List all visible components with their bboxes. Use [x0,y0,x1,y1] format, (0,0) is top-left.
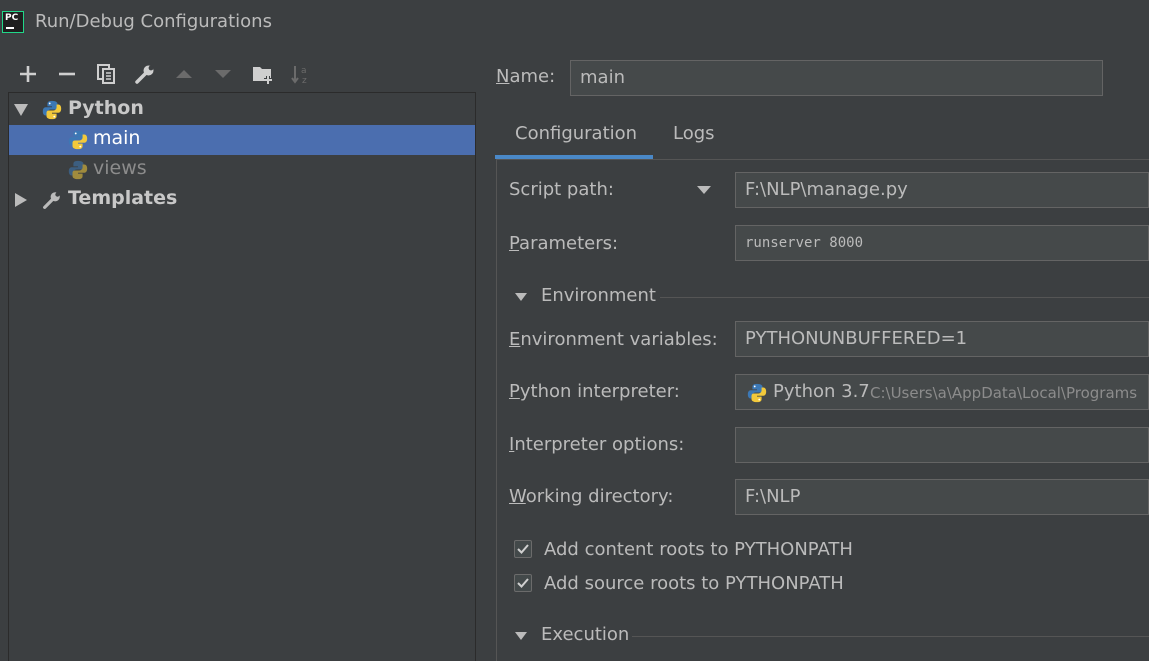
expand-arrow-icon[interactable] [14,104,28,116]
script-type-dropdown-icon[interactable] [697,186,711,194]
interpreter-label: Python interpreter: [509,381,680,402]
environment-section-title[interactable]: Environment [541,285,656,306]
tree-group-label: Templates [68,187,178,209]
script-path-label: Script path: [509,179,614,200]
add-icon[interactable] [16,62,40,86]
svg-text:a: a [301,66,307,76]
python-icon [68,130,88,150]
working-directory-input[interactable]: F:\NLP [735,479,1149,515]
pycharm-app-icon: PC [2,11,24,33]
remove-icon[interactable] [55,62,79,86]
environment-collapse-icon[interactable] [515,293,527,301]
parameters-input[interactable]: runserver 8000 [735,225,1149,261]
working-directory-label: Working directory: [509,486,674,507]
copy-icon[interactable] [94,62,118,86]
wrench-icon [43,192,60,209]
add-source-roots-label[interactable]: Add source roots to PYTHONPATH [544,573,844,594]
configurations-tree[interactable]: Python main views Templates [8,92,476,661]
interpreter-options-input[interactable] [735,427,1149,463]
collapse-arrow-icon[interactable] [15,193,27,207]
tree-item-label: views [93,157,147,179]
parameters-label: Parameters: [509,233,619,254]
wrench-icon[interactable] [133,62,157,86]
svg-text:z: z [302,76,307,86]
add-content-roots-label[interactable]: Add content roots to PYTHONPATH [544,539,853,560]
section-divider [632,636,1149,637]
add-content-roots-checkbox[interactable] [514,540,532,558]
python-icon [68,160,88,180]
interpreter-options-label: Interpreter options: [509,434,685,455]
new-folder-icon[interactable] [251,62,275,86]
name-label: Name: [496,66,556,87]
section-divider [660,297,1149,298]
python-icon [42,100,62,120]
interpreter-path: C:\Users\a\AppData\Local\Programs [870,384,1138,402]
interpreter-name: Python 3.7 [773,381,870,402]
env-vars-label: Environment variables: [509,329,718,350]
checkmark-icon [517,578,529,588]
tab-logs[interactable]: Logs [673,123,715,144]
interpreter-select[interactable]: Python 3.7 C:\Users\a\AppData\Local\Prog… [735,374,1149,410]
script-path-input[interactable]: F:\NLP\manage.py [735,172,1149,208]
python-icon [747,383,767,403]
tree-group-templates[interactable]: Templates [9,185,475,215]
tree-item-main[interactable]: main [9,125,475,155]
move-up-icon[interactable] [172,62,196,86]
checkmark-icon [517,544,529,554]
tab-configuration[interactable]: Configuration [515,123,637,144]
move-down-icon[interactable] [211,62,235,86]
tree-group-label: Python [68,97,144,119]
window-title: Run/Debug Configurations [35,11,272,32]
env-vars-input[interactable]: PYTHONUNBUFFERED=1 [735,321,1149,357]
execution-collapse-icon[interactable] [515,632,527,640]
menu-bar-remnant [0,0,1149,6]
name-input[interactable]: main [570,60,1103,96]
tree-group-python[interactable]: Python [9,95,475,125]
tree-item-views[interactable]: views [9,155,475,185]
execution-section-title[interactable]: Execution [541,624,629,645]
add-source-roots-checkbox[interactable] [514,574,532,592]
sort-icon[interactable]: az [290,62,314,86]
tree-item-label: main [93,127,141,149]
